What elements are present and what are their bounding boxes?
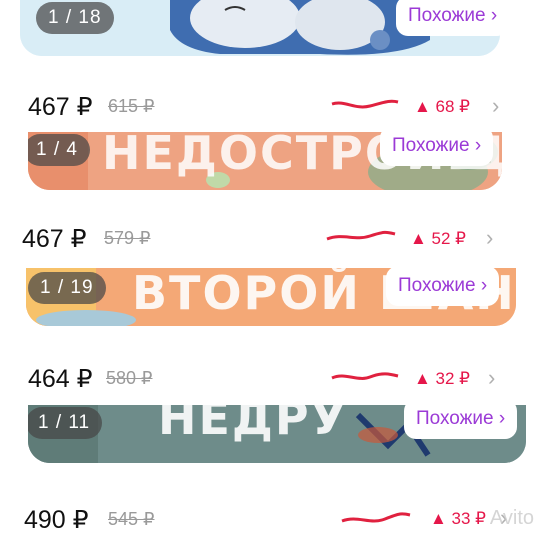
photo-counter: 1 / 4 bbox=[28, 134, 90, 166]
price-increase: ▲ 68 ₽ bbox=[414, 97, 470, 116]
listing-card-4[interactable]: НЕДРУ 1 / 11 Похожие › 490 ₽ 545 ₽ ▲ 33 … bbox=[0, 405, 540, 540]
photo-counter: 1 / 19 bbox=[28, 272, 106, 304]
price-increase: ▲ 52 ₽ bbox=[410, 229, 466, 248]
chevron-right-icon[interactable]: › bbox=[486, 225, 493, 251]
redaction-scribble bbox=[326, 230, 396, 241]
current-price: 490 ₽ bbox=[24, 506, 89, 534]
redaction-scribble bbox=[331, 372, 399, 380]
avito-watermark: Avito bbox=[489, 507, 534, 529]
similar-button[interactable]: Похожие › bbox=[404, 405, 518, 439]
price-increase: ▲ 33 ₽ bbox=[430, 509, 486, 528]
chevron-right-icon[interactable]: › bbox=[488, 365, 495, 391]
current-price: 467 ₽ bbox=[22, 225, 87, 253]
similar-button[interactable]: Похожие › bbox=[386, 268, 500, 306]
listing-card-1[interactable]: 1 / 18 Похожие › 467 ₽ 615 ₽ ▲ 68 ₽ › bbox=[0, 0, 540, 132]
listing-image-3[interactable]: ВТОРОЙ ШАН 1 / 19 Похожие › bbox=[26, 268, 516, 326]
old-price: 580 ₽ bbox=[106, 368, 153, 388]
old-price: 545 ₽ bbox=[108, 509, 155, 529]
old-price: 579 ₽ bbox=[104, 228, 151, 248]
similar-button[interactable]: Похожие › bbox=[396, 0, 500, 36]
old-price: 615 ₽ bbox=[108, 96, 155, 116]
chevron-right-icon[interactable]: › bbox=[492, 93, 499, 119]
listing-image-4[interactable]: НЕДРУ 1 / 11 Похожие › bbox=[28, 405, 526, 463]
listing-image-2[interactable]: НЕДОСТРОЙЩ 1 / 4 Похожие › bbox=[28, 132, 502, 190]
photo-counter: 1 / 18 bbox=[36, 2, 114, 34]
cover-title: НЕДРУ bbox=[158, 405, 349, 445]
current-price: 464 ₽ bbox=[28, 365, 93, 393]
listing-card-2[interactable]: НЕДОСТРОЙЩ 1 / 4 Похожие › 467 ₽ 579 ₽ ▲… bbox=[0, 132, 540, 268]
listing-image-1[interactable]: 1 / 18 Похожие › bbox=[20, 0, 500, 56]
redaction-scribble bbox=[341, 512, 411, 523]
listing-card-3[interactable]: ВТОРОЙ ШАН 1 / 19 Похожие › 464 ₽ 580 ₽ … bbox=[0, 268, 540, 408]
redaction-scribble bbox=[331, 99, 399, 109]
photo-counter: 1 / 11 bbox=[28, 407, 103, 439]
price-increase: ▲ 32 ₽ bbox=[414, 369, 470, 388]
similar-button[interactable]: Похожие › bbox=[380, 132, 494, 166]
current-price: 467 ₽ bbox=[28, 93, 93, 121]
